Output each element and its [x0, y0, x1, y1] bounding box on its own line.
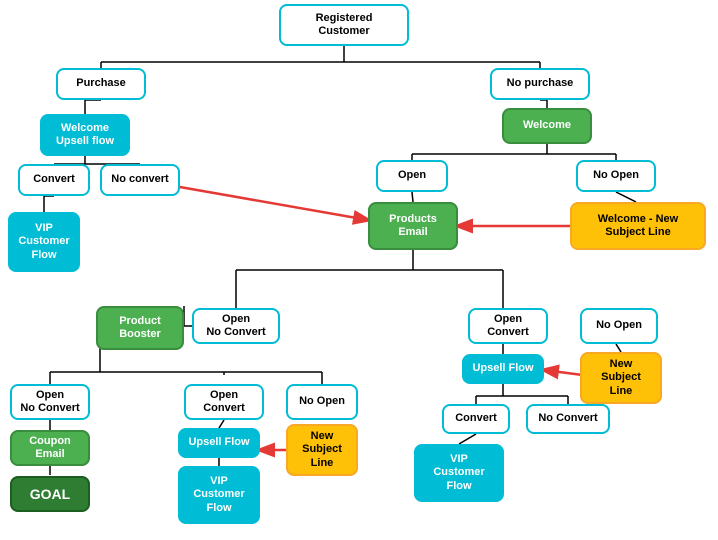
open-no-convert-bottom-left-node: Open No Convert [10, 384, 90, 420]
products-email-label: Products Email [389, 213, 437, 239]
upsell-flow-right-node: Upsell Flow [462, 354, 544, 384]
welcome-upsell-label: Welcome Upsell flow [56, 122, 114, 148]
no-purchase-node: No purchase [490, 68, 590, 100]
open-no-convert-bottom-left-label: Open No Convert [20, 389, 79, 415]
products-email-node: Products Email [368, 202, 458, 250]
welcome-label: Welcome [523, 119, 571, 132]
welcome-upsell-node: Welcome Upsell flow [40, 114, 130, 156]
convert-label: Convert [33, 173, 75, 186]
upsell-flow-mid-node: Upsell Flow [178, 428, 260, 458]
vip-flow-top-node: VIP Customer Flow [8, 212, 80, 272]
vip-flow-mid-label: VIP Customer Flow [193, 475, 244, 515]
goal-node: GOAL [10, 476, 90, 512]
no-convert-node: No convert [100, 164, 180, 196]
no-open-mid-node: No Open [286, 384, 358, 420]
no-open-right-node: No Open [576, 160, 656, 192]
new-subject-right-label: New Subject Line [601, 358, 641, 398]
no-convert-label: No convert [111, 173, 168, 186]
registered-customer-node: Registered Customer [279, 4, 409, 46]
vip-flow-mid-node: VIP Customer Flow [178, 466, 260, 524]
no-open-far-right-node: No Open [580, 308, 658, 344]
no-convert-right-label: No Convert [538, 412, 597, 425]
no-open-mid-label: No Open [299, 395, 345, 408]
diagram: Registered Customer Purchase No purchase… [0, 0, 718, 540]
purchase-node: Purchase [56, 68, 146, 100]
open-no-convert-left-label: Open No Convert [206, 313, 265, 339]
open-convert-mid-label: Open Convert [203, 389, 245, 415]
upsell-flow-right-label: Upsell Flow [472, 362, 533, 375]
vip-flow-top-label: VIP Customer Flow [18, 222, 69, 262]
new-subject-right-node: New Subject Line [580, 352, 662, 404]
product-booster-label: Product Booster [119, 315, 161, 341]
registered-customer-label: Registered Customer [316, 12, 373, 38]
convert-right-label: Convert [455, 412, 497, 425]
new-subject-mid-label: New Subject Line [302, 430, 342, 470]
vip-flow-bottom-right-label: VIP Customer Flow [433, 453, 484, 493]
open-convert-mid-node: Open Convert [184, 384, 264, 420]
open-node: Open [376, 160, 448, 192]
coupon-email-label: Coupon Email [29, 435, 71, 461]
purchase-label: Purchase [76, 77, 126, 90]
product-booster-node: Product Booster [96, 306, 184, 350]
coupon-email-node: Coupon Email [10, 430, 90, 466]
open-label: Open [398, 169, 426, 182]
no-convert-right-node: No Convert [526, 404, 610, 434]
no-purchase-label: No purchase [507, 77, 574, 90]
welcome-node: Welcome [502, 108, 592, 144]
no-open-far-right-label: No Open [596, 319, 642, 332]
no-open-right-label: No Open [593, 169, 639, 182]
goal-label: GOAL [30, 486, 70, 503]
open-convert-right-label: Open Convert [487, 313, 529, 339]
convert-node: Convert [18, 164, 90, 196]
new-subject-mid-node: New Subject Line [286, 424, 358, 476]
open-convert-right-node: Open Convert [468, 308, 548, 344]
upsell-flow-mid-label: Upsell Flow [188, 436, 249, 449]
convert-right-node: Convert [442, 404, 510, 434]
vip-flow-bottom-right-node: VIP Customer Flow [414, 444, 504, 502]
welcome-new-subject-node: Welcome - New Subject Line [570, 202, 706, 250]
welcome-new-subject-label: Welcome - New Subject Line [598, 213, 679, 239]
open-no-convert-left-node: Open No Convert [192, 308, 280, 344]
